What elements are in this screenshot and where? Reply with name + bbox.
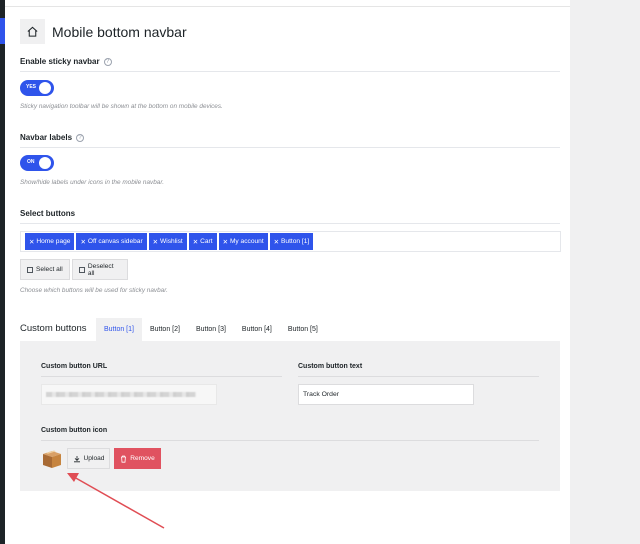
annotation-arrow xyxy=(67,473,165,529)
